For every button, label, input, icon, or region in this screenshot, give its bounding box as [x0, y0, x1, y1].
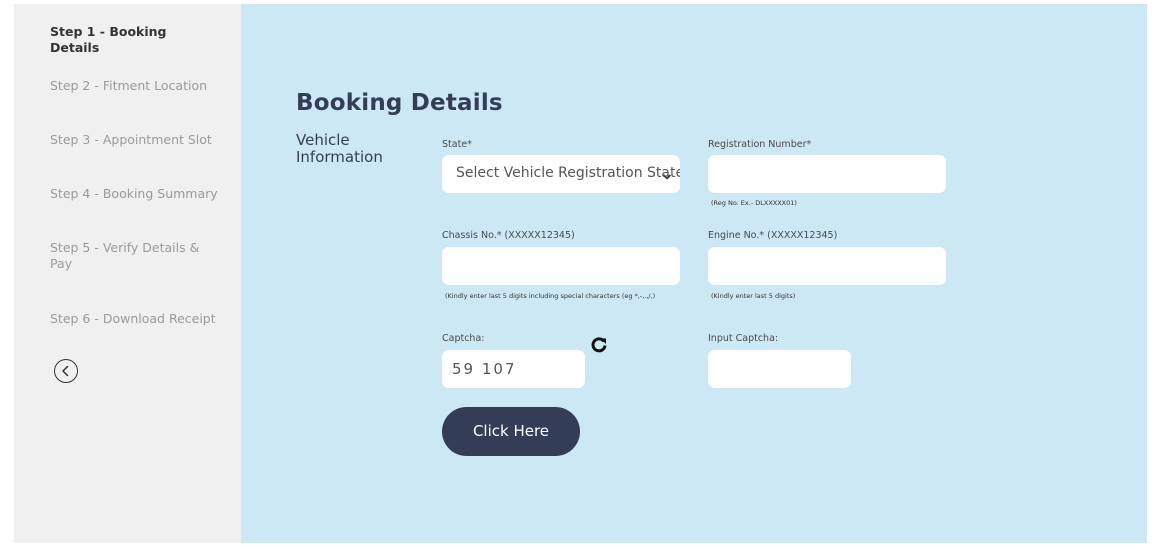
booking-form-panel: Booking Details Vehicle Information Stat…: [241, 4, 1147, 543]
refresh-icon[interactable]: [590, 336, 608, 358]
sidebar-step-appointment-slot[interactable]: Step 3 - Appointment Slot: [50, 132, 220, 148]
engine-label: Engine No.* (XXXXX12345): [708, 230, 838, 241]
chassis-hint: (Kindly enter last 5 digits including sp…: [445, 292, 656, 300]
state-select-value: Select Vehicle Registration State: [456, 165, 680, 181]
sidebar-step-booking-details[interactable]: Step 1 - Booking Details: [50, 24, 220, 56]
section-label: Vehicle Information: [296, 131, 383, 166]
submit-button[interactable]: Click Here: [442, 407, 580, 456]
sidebar-step-booking-summary[interactable]: Step 4 - Booking Summary: [50, 186, 220, 202]
chevron-down-icon: [662, 169, 672, 185]
state-select[interactable]: Select Vehicle Registration State: [442, 155, 680, 193]
captcha-input[interactable]: [708, 350, 851, 388]
sidebar-step-fitment-location[interactable]: Step 2 - Fitment Location: [50, 78, 220, 94]
chevron-left-circle-icon[interactable]: [54, 359, 78, 383]
registration-hint: (Reg No. Ex.- DLXXXXX01): [711, 199, 797, 207]
registration-label: Registration Number*: [708, 139, 812, 150]
registration-number-input[interactable]: [708, 155, 946, 193]
chassis-label: Chassis No.* (XXXXX12345): [442, 230, 575, 241]
chassis-number-input[interactable]: [442, 247, 680, 285]
step-sidebar: Step 1 - Booking Details Step 2 - Fitmen…: [14, 4, 241, 543]
engine-number-input[interactable]: [708, 247, 946, 285]
captcha-display: 59 107: [442, 350, 585, 388]
sidebar-step-verify-pay[interactable]: Step 5 - Verify Details & Pay: [50, 240, 200, 272]
state-label: State*: [442, 139, 472, 150]
captcha-label: Captcha:: [442, 333, 485, 344]
input-captcha-label: Input Captcha:: [708, 333, 779, 344]
page-title: Booking Details: [296, 90, 503, 116]
engine-hint: (Kindly enter last 5 digits): [711, 292, 796, 300]
sidebar-step-download-receipt[interactable]: Step 6 - Download Receipt: [50, 311, 220, 327]
